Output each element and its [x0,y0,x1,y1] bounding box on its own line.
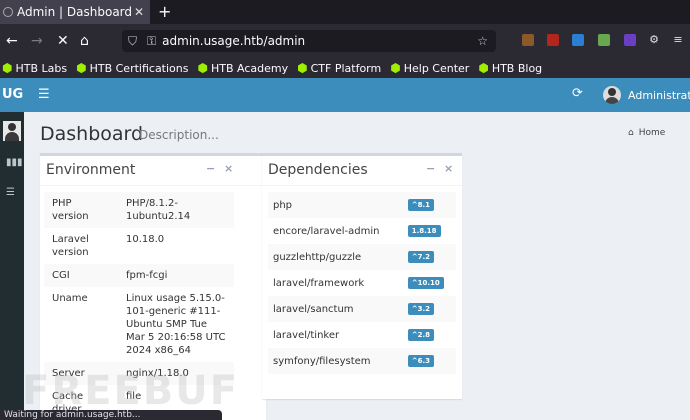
environment-title: Environment [46,162,136,178]
close-icon[interactable]: × [444,162,453,175]
dependencies-title: Dependencies [268,162,368,178]
dashboard-icon: ⌂ [628,128,634,138]
admin-header: UG ☰ ⟳ Administrator [0,78,690,112]
version-badge: ^10.10 [407,277,444,289]
list-icon[interactable]: ☰ [6,187,18,198]
bookmark-item[interactable]: ⬢ HTB Certifications [76,61,188,75]
htb-cube-icon: ⬢ [2,61,13,75]
table-row: symfony/filesystem ^6.3 [268,348,456,374]
browser-tabbar: Admin | Dashboard ✕ + [0,0,690,24]
table-row: laravel/tinker ^2.8 [268,322,456,348]
refresh-icon[interactable]: ⟳ [572,86,583,101]
extension-icon[interactable] [572,34,584,46]
user-menu[interactable]: Administrator [603,86,690,104]
bookmark-item[interactable]: ⬢ Help Center [390,61,469,75]
dependencies-table: php ^8.1 encore/laravel-admin 1.8.18 guzzl… [268,192,456,374]
htb-cube-icon: ⬢ [297,61,308,75]
admin-logo[interactable]: UG [2,87,23,102]
htb-cube-icon: ⬢ [390,61,401,75]
bookmark-item[interactable]: ⬢ HTB Blog [478,61,542,75]
home-icon[interactable]: ⌂ [80,32,89,50]
sidebar: ▮▮▮ ☰ [0,112,24,420]
sidebar-avatar [3,121,21,141]
settings-icon[interactable]: ⚙ [648,34,660,46]
htb-cube-icon: ⬢ [478,61,489,75]
tab-title: Admin | Dashboard [17,5,132,19]
shield-icon[interactable]: ⛉ [128,34,137,49]
table-row: PHP version PHP/8.1.2-1ubuntu2.14 [44,192,234,228]
forward-arrow-icon[interactable]: → [31,32,43,50]
close-icon[interactable]: × [224,162,233,175]
avatar [603,86,621,104]
url-bar[interactable]: ⛉ ⚿ admin.usage.htb/admin ☆ [122,30,496,52]
extension-icon[interactable] [624,34,636,46]
user-name: Administrator [628,88,690,102]
table-row: Uname Linux usage 5.15.0-101-generic #111… [52,293,226,356]
box-header: Dependencies − × [262,156,462,186]
extension-icon[interactable] [522,34,534,46]
table-row: encore/laravel-admin 1.8.18 [268,218,456,244]
dependencies-box: Dependencies − × php ^8.1 encore/laravel-… [262,153,462,399]
bookmark-item[interactable]: ⬢ CTF Platform [297,61,381,75]
tab-loading-icon [3,7,13,17]
bookmark-item[interactable]: ⬢ HTB Labs [2,61,67,75]
table-row: php ^8.1 [268,192,456,218]
collapse-icon[interactable]: − [206,162,215,175]
version-badge: ^6.3 [407,355,435,367]
table-row: laravel/sanctum ^3.2 [268,296,456,322]
breadcrumb[interactable]: ⌂ Home [628,128,665,138]
sidebar-toggle-icon[interactable]: ☰ [38,87,50,102]
version-badge: 1.8.18 [407,225,441,237]
page-description: Description... [139,128,219,142]
bar-chart-icon[interactable]: ▮▮▮ [6,157,23,168]
version-badge: ^2.8 [407,329,435,341]
extension-icon[interactable] [598,34,610,46]
box-header: Environment − × [40,156,266,186]
version-badge: ^8.1 [407,199,435,211]
stop-loading-icon[interactable]: ✕ [57,32,69,50]
breadcrumb-home[interactable]: Home [639,128,666,138]
browser-status-bar: Waiting for admin.usage.htb... [0,410,222,420]
browser-tab[interactable]: Admin | Dashboard ✕ [0,0,150,24]
back-arrow-icon[interactable]: ← [6,32,18,50]
table-row: laravel/framework ^10.10 [268,270,456,296]
htb-cube-icon: ⬢ [197,61,208,75]
bookmark-star-icon[interactable]: ☆ [477,34,488,48]
lock-icon[interactable]: ⚿ [147,34,156,49]
collapse-icon[interactable]: − [426,162,435,175]
version-badge: ^7.2 [407,251,435,263]
bookmark-item[interactable]: ⬢ HTB Academy [198,61,289,75]
table-row: Laravel version 10.18.0 [52,234,165,258]
url-text[interactable]: admin.usage.htb/admin [162,34,477,48]
tab-close-icon[interactable]: ✕ [132,5,146,19]
version-badge: ^3.2 [407,303,435,315]
page-title: Dashboard [40,123,144,145]
table-row: CGI fpm-fcgi [44,264,234,287]
menu-icon[interactable]: ≡ [672,34,684,46]
extension-icon[interactable] [547,34,559,46]
bookmarks-bar: ⬢ HTB Labs ⬢ HTB Certifications ⬢ HTB Acade… [0,58,690,78]
htb-cube-icon: ⬢ [76,61,87,75]
watermark: FREEBUF [22,368,240,414]
new-tab-button[interactable]: + [158,2,171,21]
table-row: guzzlehttp/guzzle ^7.2 [268,244,456,270]
